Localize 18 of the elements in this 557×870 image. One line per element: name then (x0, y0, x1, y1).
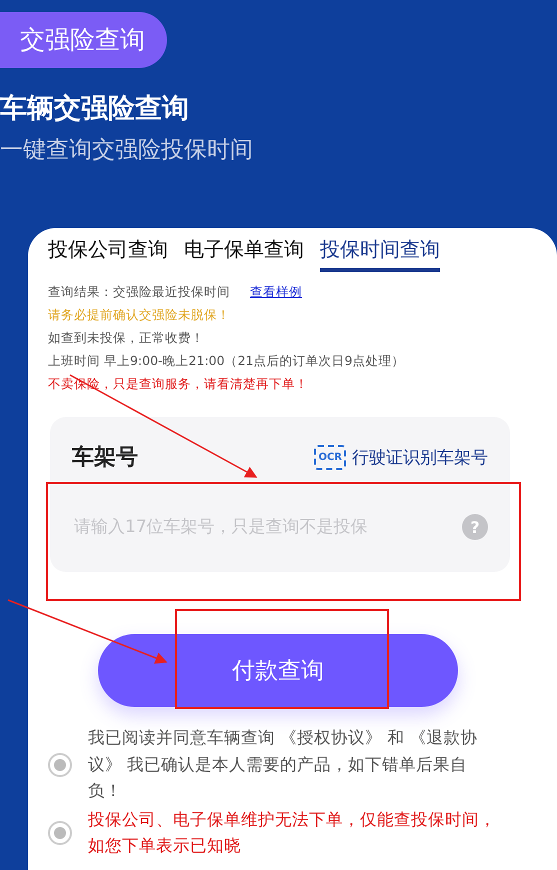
tab[interactable]: 投保时间查询 (320, 234, 440, 272)
field-label: 车架号 (72, 444, 138, 472)
page-subtitle: 一键查询交强险投保时间 (0, 136, 254, 165)
radio-button[interactable] (48, 821, 72, 845)
pay-query-button[interactable]: 付款查询 (98, 634, 458, 707)
sample-link[interactable]: 查看样例 (250, 284, 302, 301)
radio-button[interactable] (48, 752, 72, 777)
notice-text: 上班时间 早上9:00-晚上21:00（21点后的订单次日9点处理） (48, 353, 406, 370)
agreement-text: 我已阅读并同意车辆查询 《授权协议》 和 《退款协议》 我已确认是本人需要的产品，如下错单后果自负！ (88, 727, 479, 802)
notice-text: 请务必提前确认交强险未脱保！ (48, 307, 231, 324)
tab[interactable]: 电子保单查询 (184, 234, 304, 272)
agreement-text: 投保公司、电子保单维护无法下单，仅能查投保时间，如您下单表示已知晓 (88, 808, 497, 857)
result-text: 查询结果：交强险最近投保时间 (48, 284, 230, 301)
tab[interactable]: 投保公司查询 (48, 234, 168, 272)
notice-text: 如查到未投保，正常收费！ (48, 330, 205, 347)
page-title: 车辆交强险查询 (0, 92, 190, 126)
page-badge: 交强险查询 (0, 12, 167, 68)
ocr-link[interactable]: OCR 行驶证识别车架号 (314, 444, 488, 470)
